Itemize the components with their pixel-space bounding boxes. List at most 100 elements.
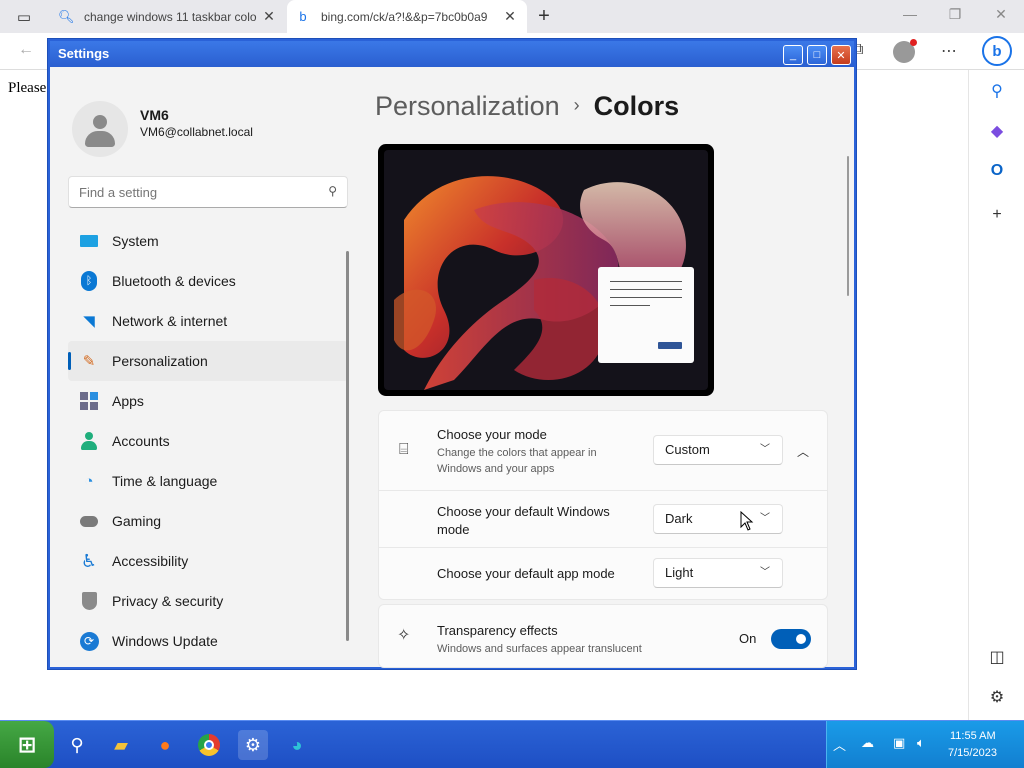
app-mode-value: Light	[665, 565, 694, 580]
mode-title: Choose your mode	[437, 427, 547, 442]
mouse-cursor-icon	[740, 511, 754, 531]
settings-nav: System ᛒ Bluetooth & devices ◥ Network &…	[68, 221, 348, 661]
app-mode-dropdown[interactable]: Light ﹀	[653, 558, 783, 588]
start-button[interactable]: ⊞	[0, 721, 54, 768]
chevron-up-icon[interactable]: ︿	[793, 441, 813, 461]
browser-tab-bing[interactable]: b bing.com/ck/a?!&&p=7bc0b0a9 ✕	[287, 0, 527, 33]
windows-mode-dropdown[interactable]: Dark ﹀	[653, 504, 783, 534]
mode-value: Custom	[665, 442, 710, 457]
nav-scrollbar[interactable]	[346, 251, 349, 641]
settings-gear-icon[interactable]: ⚙	[986, 686, 1008, 708]
wifi-icon: ◥	[83, 313, 95, 330]
edge-icon[interactable]: ◕	[282, 730, 312, 760]
divider	[379, 547, 827, 548]
transparency-description: Windows and surfaces appear translucent	[437, 643, 642, 655]
settings-gear-icon[interactable]: ⚙	[238, 730, 268, 760]
sidebar-item-network[interactable]: ◥ Network & internet	[68, 301, 348, 341]
new-tab-button[interactable]: +	[532, 4, 556, 28]
search-input[interactable]	[69, 177, 309, 207]
content-scrollbar[interactable]	[847, 156, 849, 296]
sidebar-item-accessibility[interactable]: ♿︎ Accessibility	[68, 541, 348, 581]
nav-label: Windows Update	[112, 633, 218, 649]
sidebar-item-system[interactable]: System	[68, 221, 348, 261]
more-options-icon[interactable]: ⋯	[941, 41, 957, 61]
find-setting-box[interactable]: ⚲	[68, 176, 348, 208]
breadcrumb: Personalization › Colors	[375, 91, 679, 122]
apps-icon	[78, 390, 100, 412]
window-title: Settings	[50, 41, 854, 67]
nav-label: Accessibility	[112, 553, 189, 569]
firefox-icon[interactable]: ●	[150, 730, 180, 760]
outlook-icon[interactable]: O	[986, 160, 1008, 182]
choose-mode-card: ⌸ Choose your mode Change the colors tha…	[378, 410, 828, 600]
sidebar-item-privacy[interactable]: Privacy & security	[68, 581, 348, 621]
close-button[interactable]: ✕	[831, 45, 851, 65]
onedrive-icon[interactable]: ☁	[861, 735, 874, 751]
chrome-icon[interactable]	[194, 730, 224, 760]
search-icon[interactable]: ⚲	[62, 730, 92, 760]
back-arrow-icon[interactable]: ←	[18, 41, 34, 59]
sidebar-item-personalization[interactable]: ✎ Personalization	[68, 341, 348, 381]
shopping-icon[interactable]: ◆	[986, 120, 1008, 142]
browser-tab-search[interactable]: 🔍︎ change windows 11 taskbar colo ✕	[50, 0, 286, 33]
app-mode-label: Choose your default app mode	[437, 566, 615, 581]
taskbar: ⊞ ⚲ ▰ ● ⚙ ◕ ︿ ☁ ▣ 🔈︎ 11:55 AM 7/15/2023	[0, 720, 1024, 768]
transparency-toggle[interactable]	[771, 629, 811, 649]
breadcrumb-parent[interactable]: Personalization	[375, 91, 560, 121]
windows-mode-value: Dark	[665, 511, 693, 526]
network-icon[interactable]: ▣	[893, 735, 905, 751]
minimize-button[interactable]: _	[783, 45, 803, 65]
theme-preview	[378, 144, 714, 396]
windows-logo-icon: ⊞	[17, 731, 37, 757]
clock-date[interactable]: 7/15/2023	[948, 747, 997, 759]
close-tab-icon[interactable]: ✕	[260, 8, 278, 25]
volume-icon[interactable]: 🔈︎	[917, 735, 925, 751]
tab-title: change windows 11 taskbar colo	[84, 9, 257, 24]
search-icon[interactable]: ⚲	[328, 184, 337, 198]
chevron-up-icon[interactable]: ︿	[833, 735, 846, 754]
nav-label: Apps	[112, 393, 144, 409]
wallpaper-image	[384, 150, 708, 390]
update-icon: ⟳	[78, 630, 100, 652]
sidebar-item-accounts[interactable]: Accounts	[68, 421, 348, 461]
sidebar-item-windows-update[interactable]: ⟳ Windows Update	[68, 621, 348, 661]
minimize-browser-icon[interactable]: —	[898, 6, 922, 22]
clock-time[interactable]: 11:55 AM	[950, 730, 996, 742]
bing-icon: b	[299, 9, 307, 24]
tab-actions-icon[interactable]: ▭	[10, 6, 38, 28]
maximize-button[interactable]: □	[807, 45, 827, 65]
close-tab-icon[interactable]: ✕	[501, 8, 519, 25]
preview-line	[610, 281, 682, 282]
page-body-text: Please	[8, 80, 47, 96]
file-explorer-icon[interactable]: ▰	[106, 730, 136, 760]
toggle-state-label: On	[739, 631, 757, 646]
sidebar-item-apps[interactable]: Apps	[68, 381, 348, 421]
notification-dot-icon	[910, 39, 917, 46]
search-icon: 🔍︎	[58, 8, 75, 24]
chevron-down-icon: ﹀	[760, 444, 770, 455]
chevron-down-icon: ﹀	[760, 513, 770, 524]
accessibility-icon: ♿︎	[80, 550, 98, 571]
chevron-right-icon: ›	[573, 95, 580, 115]
mode-dropdown[interactable]: Custom ﹀	[653, 435, 783, 465]
system-icon	[78, 230, 100, 252]
avatar[interactable]	[72, 101, 128, 157]
restore-browser-icon[interactable]: ❐	[943, 6, 967, 23]
close-browser-icon[interactable]: ✕	[989, 6, 1013, 23]
mode-description: Change the colors that appear in Windows…	[437, 447, 597, 475]
nav-label: Bluetooth & devices	[112, 273, 236, 289]
sidebar-toggle-icon[interactable]: ◫	[986, 646, 1008, 668]
search-icon[interactable]: ⚲	[986, 80, 1008, 102]
nav-label: Privacy & security	[112, 593, 224, 609]
brush-icon: ⌸	[399, 441, 409, 458]
gamepad-icon	[78, 510, 100, 532]
transparency-icon: ✧	[397, 627, 411, 644]
sidebar-item-gaming[interactable]: Gaming	[68, 501, 348, 541]
nav-label: Time & language	[112, 473, 218, 489]
sidebar-item-time-language[interactable]: ◔ Time & language	[68, 461, 348, 501]
bing-chat-icon[interactable]: b	[982, 36, 1012, 66]
add-icon[interactable]: +	[986, 204, 1008, 226]
sidebar-item-bluetooth[interactable]: ᛒ Bluetooth & devices	[68, 261, 348, 301]
tab-title: bing.com/ck/a?!&&p=7bc0b0a9	[321, 9, 488, 24]
transparency-card: ✧ Transparency effects Windows and surfa…	[378, 604, 828, 668]
